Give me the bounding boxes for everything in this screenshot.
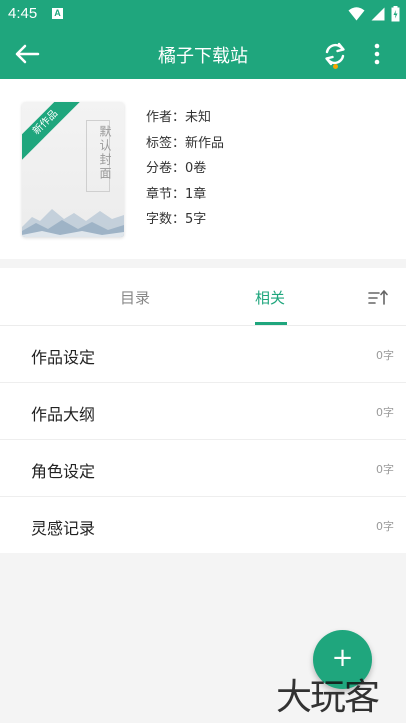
item-label: 角色设定 (31, 462, 96, 481)
item-word-count: 0字 (376, 520, 394, 533)
status-time: 4:45 (8, 5, 38, 22)
cover-title-frame: 默认封面 (86, 120, 112, 192)
meta-label: 字数： (146, 212, 186, 227)
book-meta: 作者： 未知 标签： 新作品 分卷： 0卷 章节： 1章 字数： 5字 (146, 108, 224, 236)
watermark: 大玩客 (276, 677, 380, 718)
battery-icon (391, 6, 400, 22)
meta-chapters: 章节： 1章 (146, 185, 224, 211)
status-bar: 4:45 A (0, 0, 406, 28)
meta-value: 1章 (185, 186, 207, 202)
list-item[interactable]: 灵感记录 0字 (0, 497, 406, 553)
list-item[interactable]: 角色设定 0字 (0, 440, 406, 497)
meta-word-count: 字数： 5字 (146, 210, 224, 236)
tab-bar: 目录 相关 (0, 268, 406, 326)
sort-icon[interactable] (367, 287, 389, 309)
meta-value: 0卷 (185, 161, 207, 176)
status-icons (348, 6, 400, 22)
app-bar: 橘子下载站 (0, 28, 406, 79)
meta-label: 作者： (146, 110, 186, 125)
book-info-card: 默认封面 新作品 作者： 未知 标签： 新作品 分卷： 0卷 章节： 1章 字数： 5字 (0, 79, 406, 259)
item-word-count: 0字 (376, 463, 394, 476)
wifi-icon (348, 7, 365, 21)
tab-catalog[interactable]: 目录 (120, 287, 150, 308)
meta-value: 未知 (185, 110, 212, 125)
list-item[interactable]: 作品大纲 0字 (0, 383, 406, 440)
sync-status-dot (333, 64, 338, 69)
meta-label: 分卷： (146, 161, 186, 176)
meta-label: 标签： (146, 135, 186, 151)
new-work-badge: 新作品 (22, 102, 88, 165)
item-word-count: 0字 (376, 349, 394, 362)
meta-author: 作者： 未知 (146, 108, 224, 134)
meta-label: 章节： (146, 186, 186, 202)
book-cover[interactable]: 默认封面 新作品 (22, 102, 124, 237)
more-vert-icon[interactable] (367, 40, 387, 68)
list-item[interactable]: 作品设定 0字 (0, 326, 406, 383)
tab-related[interactable]: 相关 (255, 287, 285, 308)
active-tab-indicator (255, 322, 287, 325)
notification-icon: A (52, 8, 63, 19)
mountain-illustration (22, 209, 124, 237)
item-label: 作品设定 (31, 348, 96, 367)
item-word-count: 0字 (376, 406, 394, 419)
meta-volumes: 分卷： 0卷 (146, 159, 224, 185)
meta-value: 5字 (185, 212, 207, 227)
meta-value: 新作品 (185, 135, 225, 151)
item-label: 灵感记录 (31, 519, 96, 538)
meta-tags: 标签： 新作品 (146, 134, 224, 160)
signal-icon (371, 7, 385, 21)
related-list: 作品设定 0字 作品大纲 0字 角色设定 0字 灵感记录 0字 (0, 326, 406, 553)
cover-title: 默认封面 (98, 125, 112, 181)
item-label: 作品大纲 (31, 405, 96, 424)
